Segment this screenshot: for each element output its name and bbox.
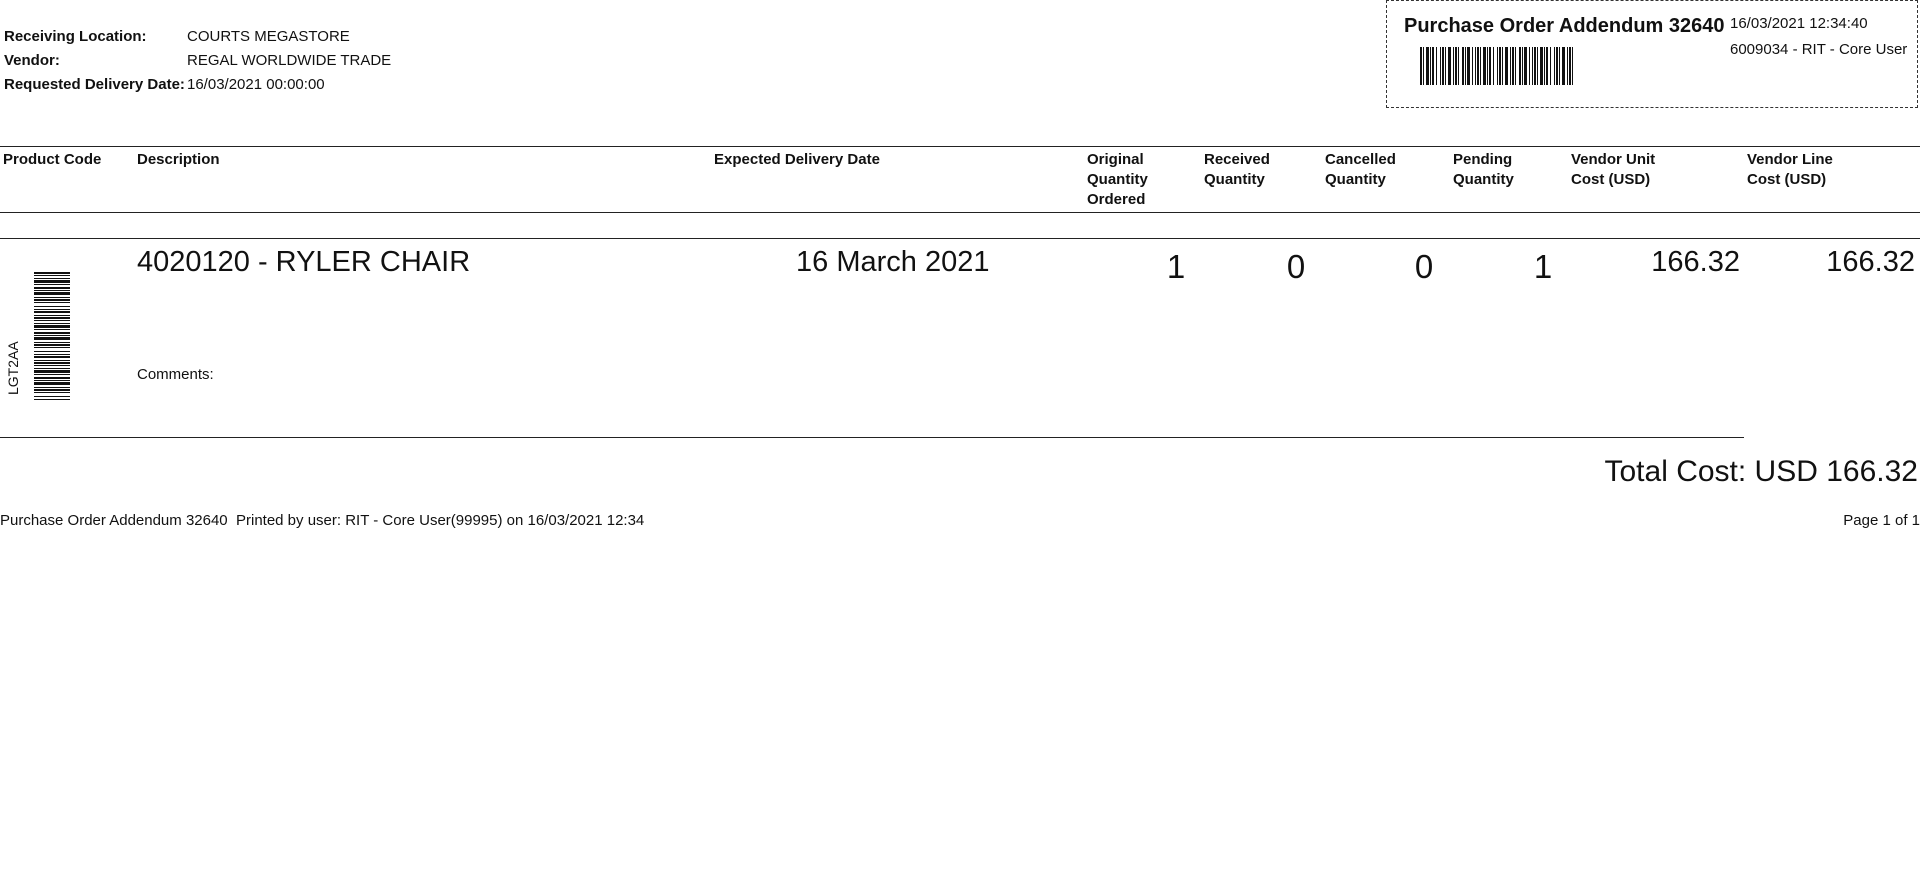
footer-print-info: Purchase Order Addendum 32640 Printed by… [0,512,645,529]
unit-cost-value: 166.32 [1651,246,1740,278]
addendum-datetime: 16/03/2021 12:34:40 [1730,15,1868,32]
col-original-qty-line3: Ordered [1087,191,1146,208]
col-line-cost: Vendor Line Cost (USD) [1747,150,1833,190]
col-received-qty: Received Quantity [1204,150,1270,190]
receiving-location-label: Receiving Location: [4,28,147,45]
col-pending-qty: Pending Quantity [1453,150,1514,190]
product-code-value: LGT2AA [5,341,21,395]
col-cancelled-qty-line1: Cancelled [1325,151,1396,168]
requested-delivery-label: Requested Delivery Date: [4,76,185,93]
vendor-value: REGAL WORLDWIDE TRADE [187,52,392,69]
col-pending-qty-line2: Quantity [1453,171,1514,188]
cancelled-qty-value: 0 [1414,248,1434,285]
col-unit-cost-line1: Vendor Unit [1571,151,1656,168]
col-unit-cost-line2: Cost (USD) [1571,171,1651,188]
col-unit-cost: Vendor Unit Cost (USD) [1571,150,1655,190]
col-cancelled-qty: Cancelled Quantity [1325,150,1396,190]
original-qty-value: 1 [1166,248,1186,285]
receiving-location-value: COURTS MEGASTORE [187,28,350,45]
col-cancelled-qty-line2: Quantity [1325,171,1386,188]
col-pending-qty-line1: Pending [1453,151,1513,168]
row-top-rule [0,238,1920,239]
col-original-qty-line2: Quantity [1087,171,1148,188]
col-received-qty-line1: Received [1204,151,1270,168]
col-received-qty-line2: Quantity [1204,171,1265,188]
col-line-cost-line2: Cost (USD) [1747,171,1827,188]
addendum-box: Purchase Order Addendum 32640 16/03/2021… [1386,0,1918,108]
requested-delivery-value: 16/03/2021 00:00:00 [187,76,325,93]
received-qty-value: 0 [1286,248,1306,285]
expected-delivery-value: 16 March 2021 [796,246,990,278]
page-number: Page 1 of 1 [1843,512,1920,529]
product-barcode [34,272,70,400]
comments-label: Comments: [137,366,214,383]
header-bottom-rule [0,212,1920,213]
row-bottom-rule [0,437,1744,438]
col-product-code-label: Product Code [3,151,102,168]
col-line-cost-line1: Vendor Line [1747,151,1833,168]
product-description: 4020120 - RYLER CHAIR [137,246,471,278]
addendum-title: Purchase Order Addendum 32640 [1404,15,1725,37]
total-cost: Total Cost: USD 166.32 [1604,455,1919,488]
line-cost-value: 166.32 [1826,246,1915,278]
addendum-user: 6009034 - RIT - Core User [1730,41,1908,58]
col-description-label: Description [137,151,220,168]
col-description: Description [137,150,220,170]
col-expected-delivery: Expected Delivery Date [714,150,880,170]
col-product-code: Product Code [3,150,101,170]
vendor-label: Vendor: [4,52,60,69]
col-expected-delivery-label: Expected Delivery Date [714,151,880,168]
header-top-rule [0,146,1920,147]
addendum-barcode [1420,47,1573,85]
col-original-qty: Original Quantity Ordered [1087,150,1148,210]
pending-qty-value: 1 [1533,248,1553,285]
col-original-qty-line1: Original [1087,151,1144,168]
